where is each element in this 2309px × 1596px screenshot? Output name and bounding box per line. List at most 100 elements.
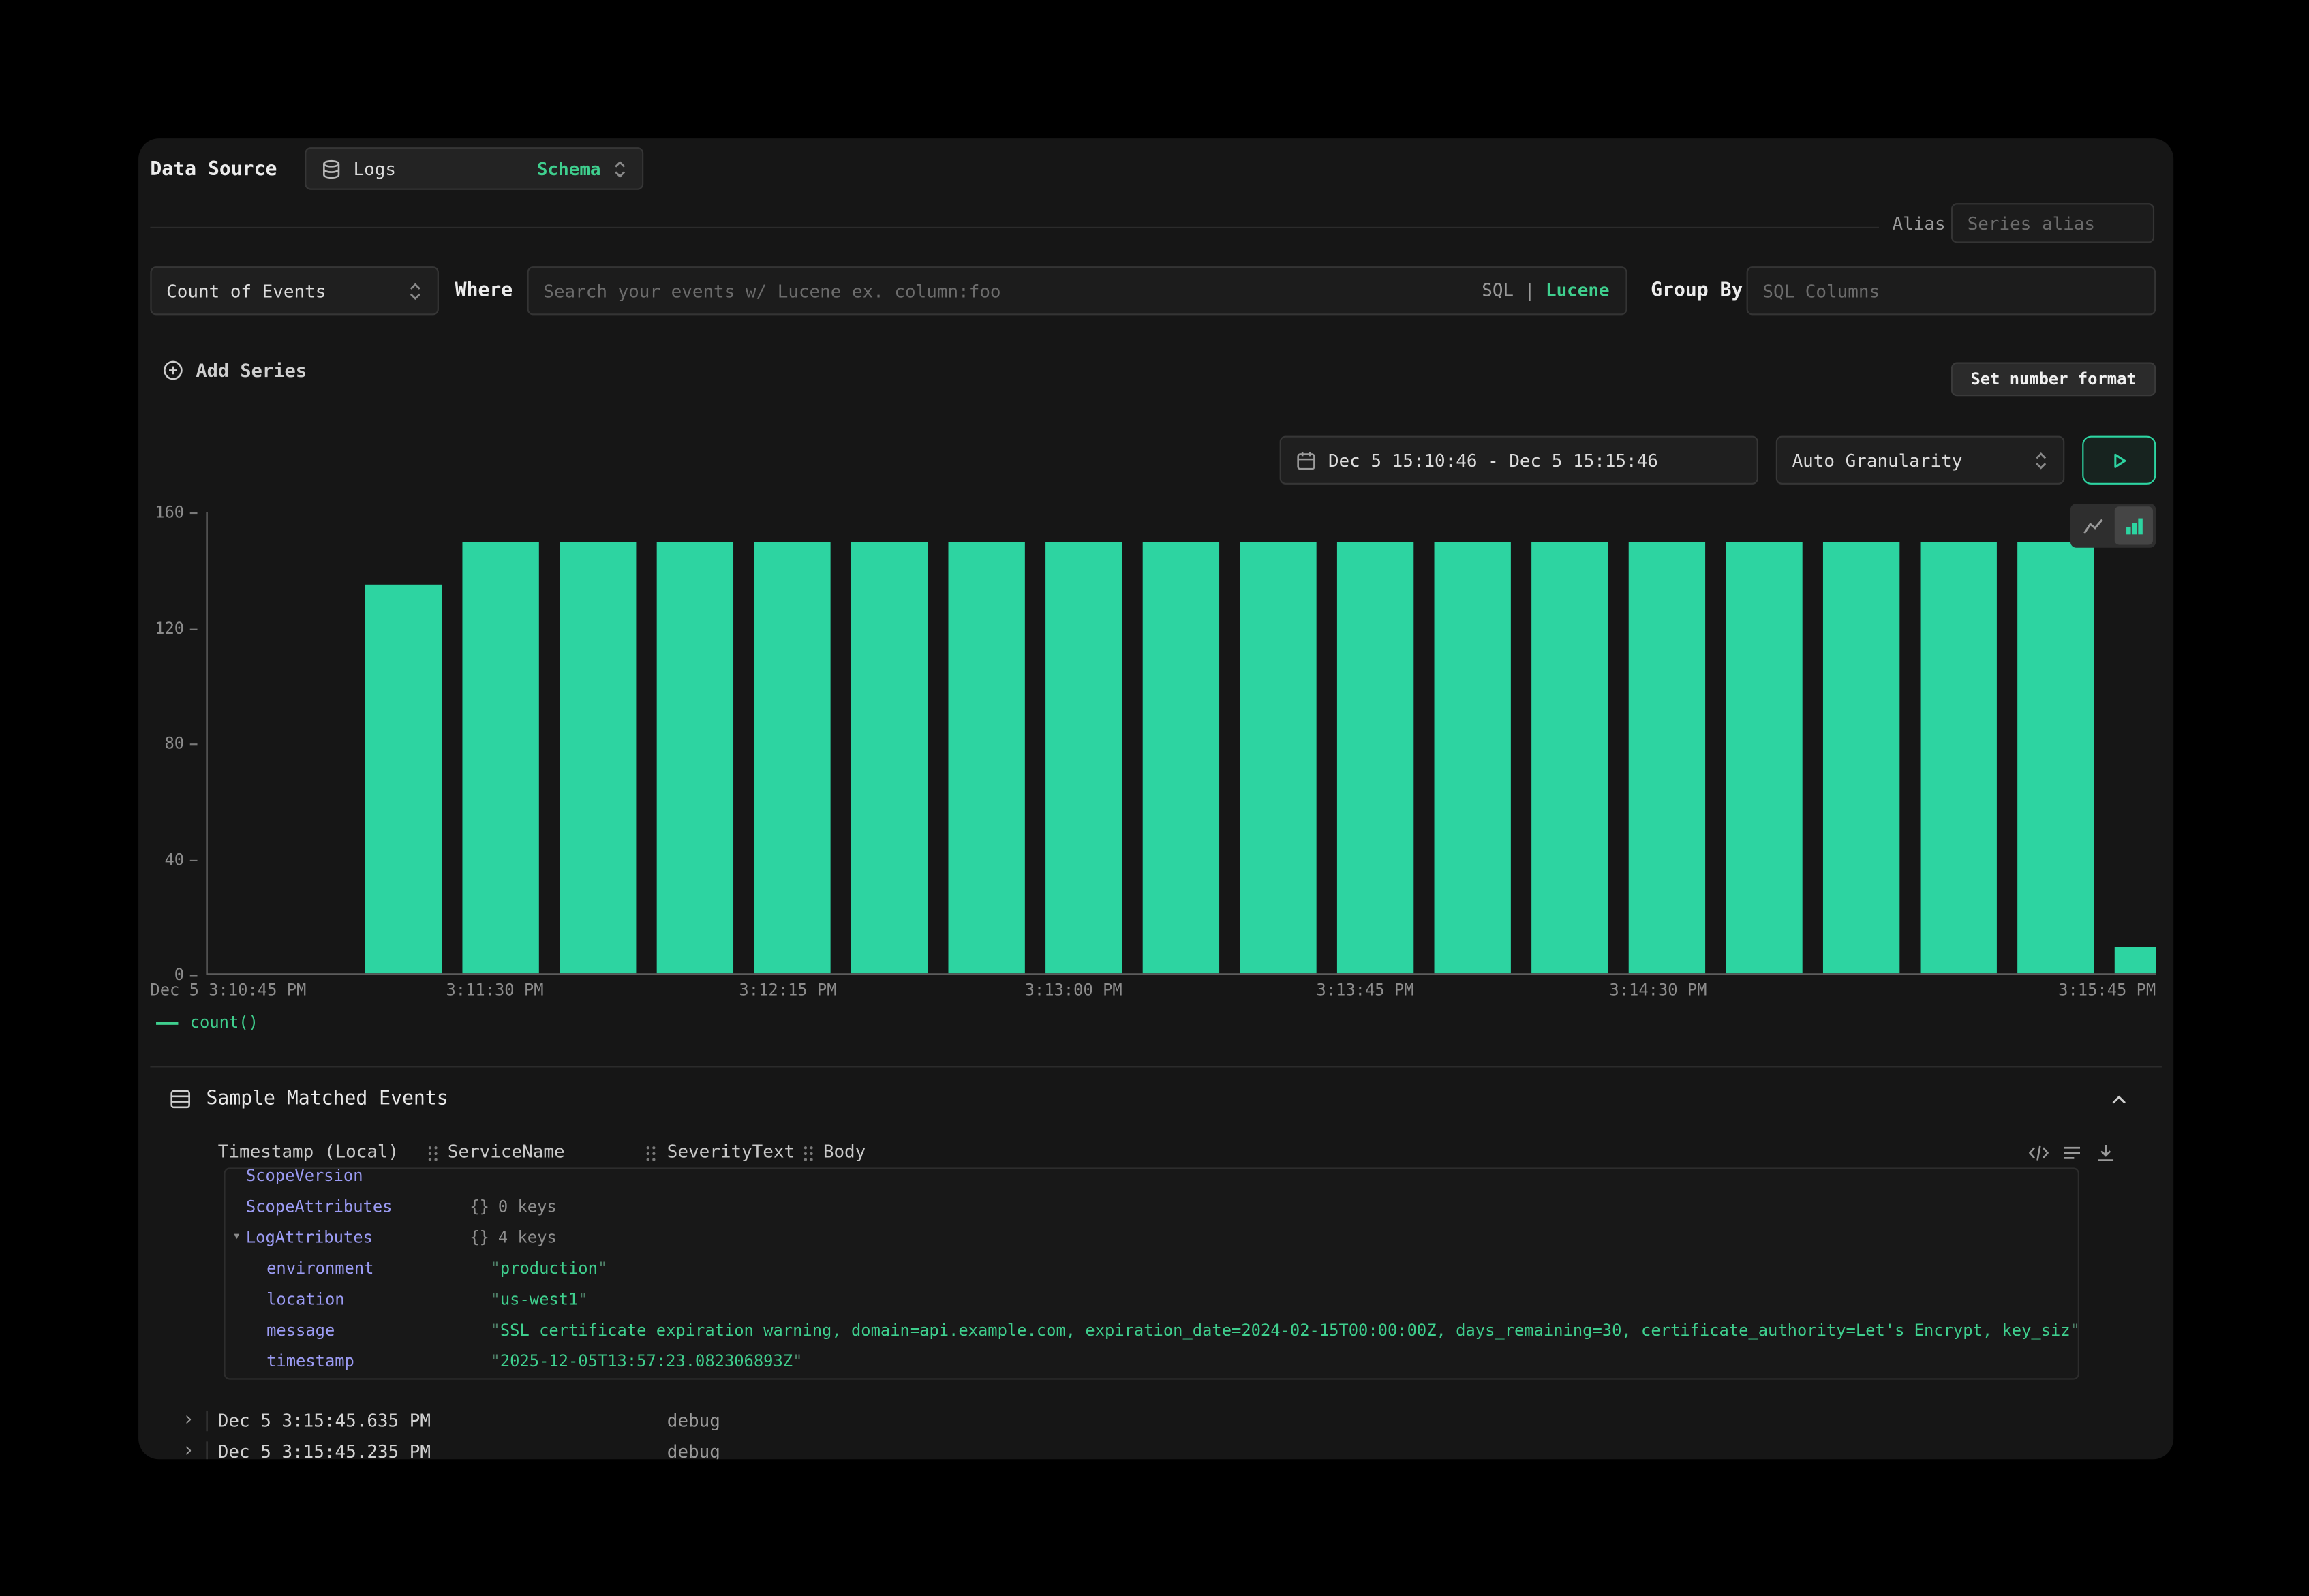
json-key: LogAttributes (246, 1222, 470, 1253)
bar-chart-icon[interactable] (2115, 506, 2153, 544)
search-wrap: SQL | Lucene (527, 266, 1627, 315)
chart-bar (1435, 541, 1511, 973)
x-axis: Dec 5 3:10:45 PM 3:11:30 PM 3:12:15 PM 3… (150, 981, 2156, 1004)
column-servicename[interactable]: ServiceName (448, 1141, 565, 1162)
chart-bar (1240, 541, 1316, 973)
column-body[interactable]: Body (823, 1141, 866, 1162)
chart-builder-panel: Data Source Logs Schema Alias (138, 138, 2173, 1459)
line-chart-icon[interactable] (2073, 506, 2111, 544)
table-icon (169, 1088, 191, 1110)
divider (150, 1066, 2162, 1067)
aggregate-value: Count of Events (166, 281, 326, 301)
column-timestamp[interactable]: Timestamp (Local) (218, 1141, 399, 1162)
code-view-icon[interactable] (2028, 1143, 2049, 1163)
search-input[interactable] (527, 266, 1627, 315)
set-number-format-button[interactable]: Set number format (1951, 363, 2156, 397)
braces-icon: {} (470, 1222, 489, 1253)
braces-icon: {} (470, 1191, 489, 1222)
event-timestamp: Dec 5 3:15:45.635 PM (218, 1406, 431, 1435)
expand-triangle-icon[interactable]: ▾ (232, 1222, 241, 1253)
event-row[interactable]: › Dec 5 3:15:45.235 PM debug (138, 1437, 2173, 1459)
chart-bar (1823, 541, 1899, 973)
row-divider (206, 1411, 207, 1431)
column-severitytext[interactable]: SeverityText (667, 1141, 795, 1162)
json-key: message (266, 1315, 490, 1346)
chart-bar (948, 541, 1024, 973)
chart-bar (1045, 541, 1122, 973)
json-value: production (491, 1253, 608, 1284)
y-tick-label: 40 (164, 850, 184, 869)
set-number-format-label: Set number format (1970, 369, 2136, 388)
aggregate-select[interactable]: Count of Events (150, 266, 438, 315)
json-tree-row[interactable]: ScopeVersion (226, 1167, 2078, 1191)
bar-series (365, 512, 2156, 973)
key-count: 4 keys (498, 1222, 557, 1253)
chart-bar (1726, 541, 1802, 973)
collapse-section-button[interactable] (2109, 1090, 2129, 1110)
drag-handle-icon[interactable] (645, 1144, 656, 1163)
event-detail-panel: ScopeVersion ScopeAttributes {} 0 keys ▾… (224, 1167, 2079, 1379)
json-tree-row[interactable]: message SSL certificate expiration warni… (226, 1315, 2078, 1346)
chart-bar (560, 541, 636, 973)
json-key: ScopeVersion (246, 1167, 470, 1191)
chart-bar (657, 541, 733, 973)
json-tree-row[interactable]: environment production (226, 1253, 2078, 1284)
json-key: timestamp (266, 1346, 490, 1377)
chart-type-toggle (2070, 504, 2156, 548)
json-tree-row[interactable]: ScopeAttributes {} 0 keys (226, 1191, 2078, 1222)
y-tick (190, 743, 198, 745)
row-divider (206, 1441, 207, 1459)
sql-mode-button[interactable]: SQL (1482, 280, 1514, 301)
row-expand-chevron-icon[interactable]: › (183, 1437, 194, 1459)
x-tick-label: 3:11:30 PM (446, 981, 543, 1000)
chart-bar (2115, 947, 2156, 973)
group-by-label: Group By (1651, 280, 1743, 304)
json-value: SSL certificate expiration warning, doma… (491, 1315, 2078, 1346)
time-range-value: Dec 5 15:10:46 - Dec 5 15:15:46 (1328, 450, 1658, 470)
schema-link[interactable]: Schema (537, 158, 601, 179)
y-tick (190, 628, 198, 630)
json-tree-row[interactable]: location us-west1 (226, 1284, 2078, 1315)
y-tick (190, 975, 198, 976)
group-by-input[interactable] (1747, 266, 2156, 315)
data-source-select[interactable]: Logs Schema (305, 147, 643, 190)
drag-handle-icon[interactable] (427, 1144, 439, 1163)
query-language-toggle: SQL | Lucene (1482, 280, 1609, 301)
granularity-value: Auto Granularity (1792, 450, 1963, 470)
key-count: 0 keys (498, 1191, 557, 1222)
event-row[interactable]: › Dec 5 3:15:45.635 PM debug (138, 1406, 2173, 1435)
play-icon (2109, 450, 2129, 470)
alias-input[interactable] (1951, 203, 2154, 243)
run-query-button[interactable] (2082, 436, 2156, 485)
event-severity: debug (667, 1406, 720, 1435)
plus-circle-icon (162, 359, 184, 381)
row-density-icon[interactable] (2062, 1143, 2082, 1163)
row-expand-chevron-icon[interactable]: › (183, 1406, 194, 1435)
y-tick-label: 80 (164, 734, 184, 753)
chevron-updown-icon (613, 158, 628, 179)
download-icon[interactable] (2096, 1143, 2116, 1163)
x-tick-label: 3:15:45 PM (2058, 981, 2156, 1000)
where-label: Where (455, 280, 513, 304)
chart-legend[interactable]: count() (156, 1013, 258, 1034)
sample-events-title: Sample Matched Events (206, 1088, 448, 1110)
y-tick-label: 120 (155, 618, 184, 637)
chart-bar (2017, 541, 2094, 973)
json-key: location (266, 1284, 490, 1315)
granularity-select[interactable]: Auto Granularity (1776, 436, 2064, 485)
add-series-button[interactable]: Add Series (162, 359, 307, 381)
json-value: us-west1 (491, 1284, 588, 1315)
chart-bar (1629, 541, 1705, 973)
json-tree-row[interactable]: timestamp 2025-12-05T13:57:23.082306893Z (226, 1346, 2078, 1377)
y-axis: 160 120 80 40 0 (138, 512, 197, 975)
lucene-mode-button[interactable]: Lucene (1546, 280, 1610, 301)
chevron-updown-icon (2034, 450, 2049, 470)
drag-handle-icon[interactable] (803, 1144, 814, 1163)
chart-bar (1143, 541, 1219, 973)
json-key: environment (266, 1253, 490, 1284)
time-range-picker[interactable]: Dec 5 15:10:46 - Dec 5 15:15:46 (1280, 436, 1758, 485)
y-tick (190, 859, 198, 861)
data-source-value: Logs (354, 158, 396, 179)
json-tree-row[interactable]: ▾ LogAttributes {} 4 keys (226, 1222, 2078, 1253)
screen-background: Data Source Logs Schema Alias (0, 0, 2309, 1596)
